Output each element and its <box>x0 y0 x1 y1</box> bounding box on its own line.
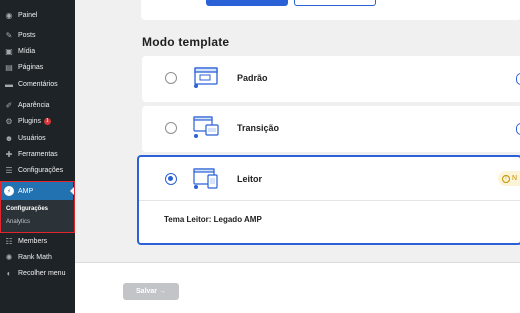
wrench-icon: ✚ <box>5 149 13 159</box>
amp-icon: ⚡ <box>4 186 14 196</box>
current-menu-arrow-icon <box>70 187 74 195</box>
sidebar-item-label: Painel <box>18 11 38 19</box>
template-option-leitor[interactable]: Leitor ! N Tema Leitor: Legado AMP <box>137 155 520 245</box>
warning-notice: ! N <box>498 171 520 186</box>
option-label: Transição <box>237 123 280 133</box>
users-icon: ☻ <box>4 133 14 143</box>
radio-transicao[interactable] <box>165 122 177 134</box>
sidebar-item-label: Páginas <box>18 63 44 71</box>
plugin-icon: ⚙ <box>5 116 13 126</box>
main-content: Modo template Padrão Transição Leitor ! … <box>75 0 520 313</box>
sidebar-item-collapse[interactable]: ◐ Recolher menu <box>0 264 75 282</box>
sidebar-item-comentarios[interactable]: ▬ Comentários <box>0 75 75 93</box>
save-button[interactable]: Salvar → <box>123 283 179 300</box>
sidebar-item-paginas[interactable]: ▤ Páginas <box>0 58 75 76</box>
brush-icon: ✐ <box>5 100 13 110</box>
sidebar-item-label: Posts <box>18 31 36 39</box>
sidebar-item-label: Mídia <box>18 47 36 55</box>
sidebar-item-label: Rank Math <box>18 253 52 261</box>
section-title: Modo template <box>142 35 230 49</box>
sidebar-item-label: Plugins <box>18 117 41 125</box>
comments-icon: ▬ <box>5 79 13 89</box>
transitional-template-icon <box>193 116 219 138</box>
standard-template-icon <box>194 67 218 88</box>
sidebar-item-plugins[interactable]: ⚙ Plugins 1 <box>0 112 75 130</box>
sidebar-item-label: Comentários <box>18 80 58 88</box>
collapse-icon: ◐ <box>6 268 12 278</box>
option-label: Padrão <box>237 73 268 83</box>
pages-icon: ▤ <box>5 62 13 72</box>
reader-template-icon <box>193 168 218 189</box>
pin-icon: ✎ <box>5 30 13 40</box>
template-option-transicao[interactable]: Transição <box>142 106 520 152</box>
template-option-padrao[interactable]: Padrão <box>142 56 520 102</box>
media-icon: ▣ <box>5 46 13 56</box>
option-label: Leitor <box>237 174 263 184</box>
sidebar-item-label: Recolher menu <box>18 269 66 277</box>
rankmath-icon: ✺ <box>5 252 13 262</box>
sidebar-item-label: AMP <box>18 187 34 195</box>
sidebar-item-painel[interactable]: ◉ Painel <box>0 6 75 24</box>
sidebar-item-label: Aparência <box>18 101 50 109</box>
sidebar-item-amp[interactable]: ⚡ AMP <box>1 182 74 200</box>
secondary-button-cut[interactable] <box>294 0 376 6</box>
radio-padrao[interactable] <box>165 72 177 84</box>
sidebar-item-label: Usuários <box>18 134 46 142</box>
footer-bar: Salvar → <box>75 262 520 313</box>
primary-button-cut[interactable] <box>206 0 288 6</box>
info-icon <box>516 73 520 85</box>
reader-theme-label: Tema Leitor: Legado AMP <box>164 215 262 224</box>
divider <box>139 200 520 201</box>
admin-sidebar: ◉ Painel ✎ Posts ▣ Mídia ▤ Páginas ▬ Comentár… <box>0 0 75 313</box>
sidebar-item-configuracoes[interactable]: ☰ Configurações <box>0 161 75 179</box>
previous-card <box>141 0 520 20</box>
update-count-badge: 1 <box>43 117 51 125</box>
sidebar-item-label: Ferramentas <box>18 150 58 158</box>
amp-menu-group: ⚡ AMP Configurações Analytics <box>0 181 75 233</box>
members-icon: ☷ <box>5 236 13 246</box>
submenu-analytics[interactable]: Analytics <box>6 219 30 225</box>
settings-icon: ☰ <box>5 165 13 175</box>
warning-icon: ! <box>502 174 510 183</box>
submenu-configuracoes[interactable]: Configurações <box>6 206 48 212</box>
sidebar-item-label: Members <box>18 237 48 245</box>
info-icon <box>516 123 520 135</box>
dashboard-icon: ◉ <box>5 10 13 20</box>
sidebar-item-label: Configurações <box>18 166 64 174</box>
radio-leitor[interactable] <box>165 173 177 185</box>
